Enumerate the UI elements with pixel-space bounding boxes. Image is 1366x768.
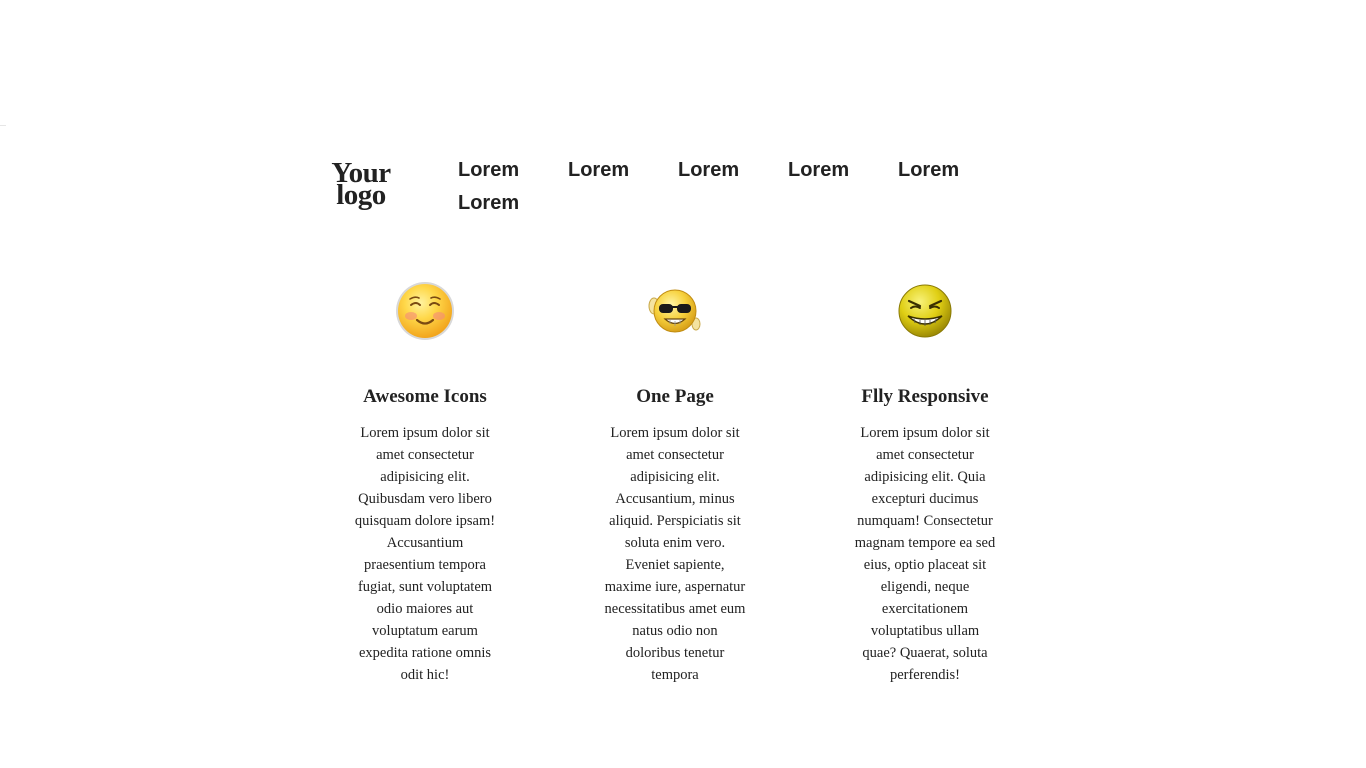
feature-description: Lorem ipsum dolor sit amet consectetur a…	[354, 425, 496, 683]
page: Your logo Lorem Lorem Lorem Lorem Lorem …	[0, 0, 1366, 768]
feature-card-awesome-icons: Awesome Icons Lorem ipsum dolor sit amet…	[350, 278, 500, 686]
site-header: Your logo Lorem Lorem Lorem Lorem Lorem …	[326, 156, 1026, 226]
nav-link-3[interactable]: Lorem	[678, 156, 788, 189]
grinning-face-icon	[892, 278, 958, 344]
main-nav: Lorem Lorem Lorem Lorem Lorem Lorem	[458, 156, 1018, 222]
features-section: Awesome Icons Lorem ipsum dolor sit amet…	[350, 278, 1000, 686]
nav-link-1[interactable]: Lorem	[458, 156, 568, 189]
logo-line-2: logo	[336, 179, 386, 211]
feature-title: Awesome Icons	[363, 386, 487, 407]
feature-title: One Page	[636, 386, 714, 407]
nav-link-2[interactable]: Lorem	[568, 156, 678, 189]
smiling-face-icon	[392, 278, 458, 344]
logo[interactable]: Your logo	[328, 159, 394, 211]
feature-card-fully-responsive: Flly Responsive Lorem ipsum dolor sit am…	[850, 278, 1000, 686]
feature-description: Lorem ipsum dolor sit amet consectetur a…	[854, 425, 996, 683]
nav-link-6[interactable]: Lorem	[458, 189, 568, 222]
nav-link-5[interactable]: Lorem	[898, 156, 1008, 189]
nav-link-4[interactable]: Lorem	[788, 156, 898, 189]
feature-description: Lorem ipsum dolor sit amet consectetur a…	[604, 425, 746, 683]
cool-sunglasses-face-icon	[642, 278, 708, 344]
feature-title: Flly Responsive	[861, 386, 989, 407]
feature-card-one-page: One Page Lorem ipsum dolor sit amet cons…	[600, 278, 750, 686]
corner-mark	[0, 125, 6, 126]
